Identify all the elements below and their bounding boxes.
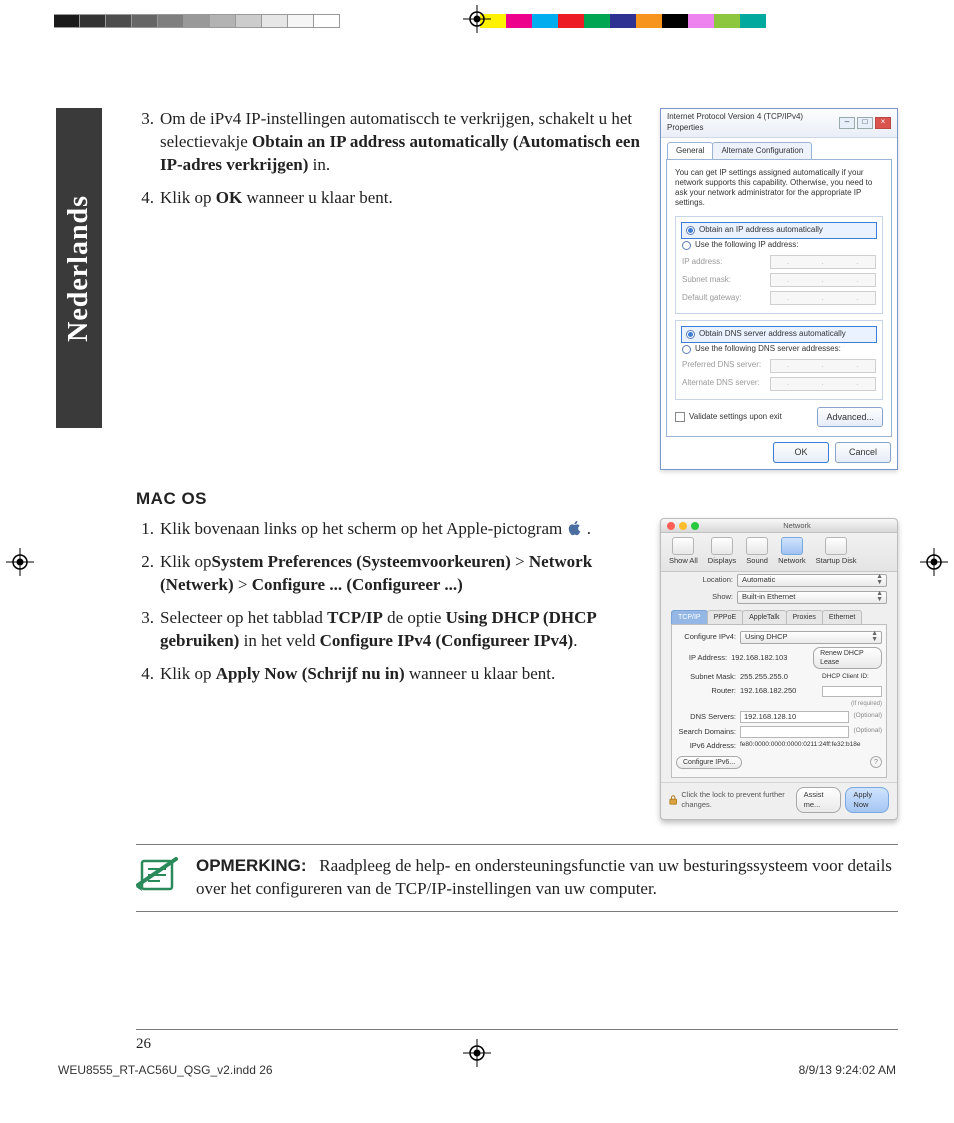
windows-block: 3. Om de iPv4 IP-instellingen automatisc… (136, 108, 898, 470)
mac-tab-tcpip[interactable]: TCP/IP (671, 610, 708, 624)
mac-tab-appletalk[interactable]: AppleTalk (742, 610, 786, 624)
mac-network-dialog: Network Show All Displays Sound Network … (660, 518, 898, 819)
registration-mark-top (463, 5, 491, 33)
mac-os-heading: MAC OS (136, 488, 898, 511)
win-cancel-button[interactable]: Cancel (835, 442, 891, 462)
mac-show-select[interactable]: Built-in Ethernet▲▼ (737, 591, 887, 604)
mac-tab-ethernet[interactable]: Ethernet (822, 610, 862, 624)
mac-step-2: 2. Klik opSystem Preferences (Systeemvoo… (136, 551, 646, 597)
win-radio-obtain-ip[interactable]: Obtain an IP address automatically (682, 223, 876, 238)
mac-help-icon[interactable]: ? (870, 756, 882, 768)
printer-color-strip (54, 14, 766, 28)
mac-sound-button[interactable]: Sound (744, 537, 770, 566)
note-box: OPMERKING: Raadpleeg de help- en onderst… (136, 844, 898, 912)
mac-displays-button[interactable]: Displays (706, 537, 738, 566)
win-radio-use-dns[interactable]: Use the following DNS server addresses: (682, 342, 876, 357)
mac-lock-icon[interactable]: Click the lock to prevent further change… (669, 790, 796, 810)
windows-ipv4-dialog: Internet Protocol Version 4 (TCP/IPv4) P… (660, 108, 898, 470)
win-titlebar: Internet Protocol Version 4 (TCP/IPv4) P… (661, 109, 897, 138)
content-column: 3. Om de iPv4 IP-instellingen automatisc… (136, 108, 898, 912)
slug-file: WEU8555_RT-AC56U_QSG_v2.indd 26 (58, 1063, 273, 1077)
mac-toolbar: Show All Displays Sound Network Startup … (661, 533, 897, 571)
registration-mark-right (920, 548, 948, 576)
win-title-text: Internet Protocol Version 4 (TCP/IPv4) P… (667, 112, 839, 134)
mac-block: 1. Klik bovenaan links op het scherm op … (136, 518, 898, 819)
mac-steps: 1. Klik bovenaan links op het scherm op … (136, 518, 646, 686)
page-number: 26 (136, 1029, 898, 1053)
mac-close-icon[interactable] (667, 522, 675, 530)
win-desc: You can get IP settings assigned automat… (675, 168, 883, 208)
win-validate-checkbox[interactable]: Validate settings upon exit (675, 412, 782, 423)
mac-tabs: TCP/IP PPPoE AppleTalk Proxies Ethernet (671, 610, 887, 625)
language-tab: Nederlands (56, 108, 102, 428)
mac-network-button[interactable]: Network (776, 537, 808, 566)
mac-tab-pppoe[interactable]: PPPoE (707, 610, 744, 624)
mac-step-1: 1. Klik bovenaan links op het scherm op … (136, 518, 646, 541)
win-tab-general[interactable]: General (667, 142, 713, 160)
win-ok-button[interactable]: OK (773, 442, 829, 462)
registration-mark-left (6, 548, 34, 576)
win-max-icon[interactable]: □ (857, 117, 873, 129)
note-label: OPMERKING: (196, 856, 307, 875)
mac-clientid-input[interactable] (822, 686, 882, 697)
apple-logo-icon (567, 520, 583, 536)
win-close-icon[interactable]: × (875, 117, 891, 129)
mac-zoom-icon[interactable] (691, 522, 699, 530)
ip-field: ... (770, 255, 876, 269)
mac-search-domains-input[interactable] (740, 726, 849, 738)
subnet-field: ... (770, 273, 876, 287)
mac-apply-button[interactable]: Apply Now (845, 787, 889, 813)
mac-step-4: 4. Klik op Apply Now (Schrijf nu in) wan… (136, 663, 646, 686)
win-radio-use-ip[interactable]: Use the following IP address: (682, 238, 876, 253)
mac-titlebar: Network (661, 519, 897, 533)
note-icon (136, 855, 180, 895)
mac-location-select[interactable]: Automatic▲▼ (737, 574, 887, 587)
language-tab-label: Nederlands (63, 195, 95, 342)
windows-steps: 3. Om de iPv4 IP-instellingen automatisc… (136, 108, 646, 210)
mac-configure-ipv4-select[interactable]: Using DHCP▲▼ (740, 631, 882, 644)
pref-dns-field: ... (770, 359, 876, 373)
mac-showall-button[interactable]: Show All (667, 537, 700, 566)
mac-tab-proxies[interactable]: Proxies (786, 610, 823, 624)
win-advanced-button[interactable]: Advanced... (817, 407, 883, 427)
slug-timestamp: 8/9/13 9:24:02 AM (799, 1063, 896, 1077)
win-step-3: 3. Om de iPv4 IP-instellingen automatisc… (136, 108, 646, 177)
mac-configure-ipv6-button[interactable]: Configure IPv6... (676, 756, 742, 769)
mac-startup-button[interactable]: Startup Disk (814, 537, 859, 566)
win-step-4: 4. Klik op OK wanneer u klaar bent. (136, 187, 646, 210)
mac-assist-button[interactable]: Assist me... (796, 787, 842, 813)
slug-line: WEU8555_RT-AC56U_QSG_v2.indd 26 8/9/13 9… (56, 1063, 898, 1077)
gateway-field: ... (770, 291, 876, 305)
alt-dns-field: ... (770, 377, 876, 391)
mac-min-icon[interactable] (679, 522, 687, 530)
mac-renew-lease-button[interactable]: Renew DHCP Lease (813, 647, 882, 670)
mac-step-3: 3. Selecteer op het tabblad TCP/IP de op… (136, 607, 646, 653)
win-tab-alternate[interactable]: Alternate Configuration (712, 142, 812, 160)
win-min-icon[interactable]: – (839, 117, 855, 129)
win-radio-obtain-dns[interactable]: Obtain DNS server address automatically (682, 327, 876, 342)
page: Nederlands 3. Om de iPv4 IP-instellingen… (56, 108, 898, 1077)
mac-dns-input[interactable]: 192.168.128.10 (740, 711, 849, 723)
